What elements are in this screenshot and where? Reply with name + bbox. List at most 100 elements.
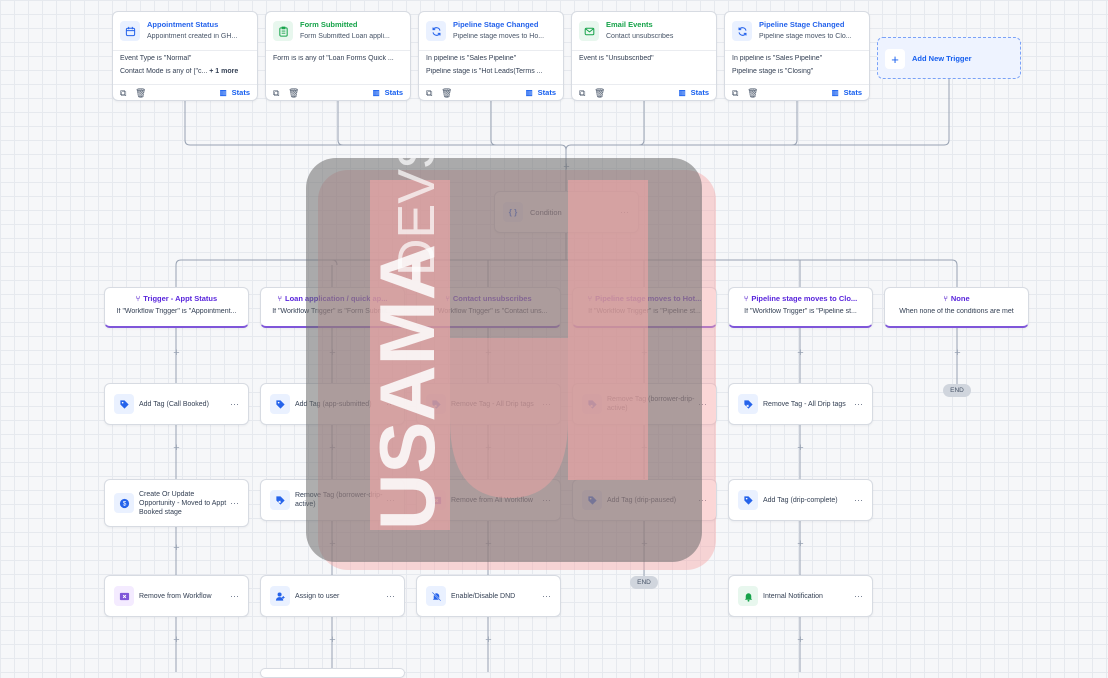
bar-chart-icon: ▥	[219, 88, 227, 97]
trigger-filter: In pipeline is "Sales Pipeline"	[426, 55, 517, 62]
branch-loan-application[interactable]: ⑂ Loan application / quick ap... If "Work…	[260, 287, 405, 328]
add-step-plus-icon[interactable]: +	[327, 635, 338, 646]
more-options-icon[interactable]: ···	[386, 591, 395, 601]
add-step-plus-icon[interactable]: +	[639, 539, 650, 550]
more-options-icon[interactable]: ···	[854, 591, 863, 601]
more-filters-link[interactable]: + 1 more	[209, 68, 238, 75]
copy-icon[interactable]: ⧉	[273, 88, 279, 99]
add-step-plus-icon[interactable]: +	[639, 348, 650, 359]
more-options-icon[interactable]: ···	[230, 591, 239, 601]
add-step-plus-icon[interactable]: +	[952, 348, 963, 359]
action-add-tag-call-booked[interactable]: Add Tag (Call Booked) ···	[104, 383, 249, 425]
stats-button[interactable]: ▥ Stats	[832, 88, 862, 97]
action-label: Assign to user	[295, 592, 340, 600]
more-options-icon[interactable]: ···	[230, 399, 239, 409]
add-step-plus-icon[interactable]: +	[483, 539, 494, 550]
trigger-card-form-submitted[interactable]: Form Submitted Form Submitted Loan appli…	[265, 11, 411, 101]
action-remove-tag-borrower-drip-active[interactable]: Remove Tag (borrower-drip-active) ···	[572, 383, 717, 425]
add-step-plus-icon[interactable]: +	[795, 539, 806, 550]
add-step-plus-icon[interactable]: +	[327, 348, 338, 359]
code-braces-icon: { }	[503, 202, 523, 222]
workflow-remove-icon	[426, 490, 446, 510]
add-step-plus-icon[interactable]: +	[327, 539, 338, 550]
add-step-plus-icon[interactable]: +	[483, 348, 494, 359]
dollar-icon: $	[114, 493, 134, 513]
branch-none[interactable]: ⑂ None When none of the conditions are me…	[884, 287, 1029, 328]
branch-pipeline-hot[interactable]: ⑂ Pipeline stage moves to Hot... If "Work…	[572, 287, 717, 328]
add-step-plus-icon[interactable]: +	[171, 543, 182, 554]
copy-icon[interactable]: ⧉	[120, 88, 126, 99]
action-assign-to-user[interactable]: Assign to user ···	[260, 575, 405, 617]
trigger-card-appointment-status[interactable]: Appointment Status Appointment created i…	[112, 11, 258, 101]
add-step-plus-icon[interactable]: +	[483, 443, 494, 454]
branch-title: Trigger - Appt Status	[143, 294, 218, 303]
action-remove-tag-borrower-drip-active[interactable]: Remove Tag (borrower-drip-active) ···	[260, 479, 405, 521]
trigger-card-email-events[interactable]: Email Events Contact unsubscribes Event …	[571, 11, 717, 101]
trigger-subtitle: Pipeline stage moves to Clo...	[759, 33, 852, 40]
action-label: Add Tag (Call Booked)	[139, 400, 209, 408]
stats-button[interactable]: ▥ Stats	[220, 88, 250, 97]
action-add-tag-drip-paused[interactable]: Add Tag (drip-paused) ···	[572, 479, 717, 521]
action-internal-notification[interactable]: Internal Notification ···	[728, 575, 873, 617]
stats-button[interactable]: ▥ Stats	[526, 88, 556, 97]
more-options-icon[interactable]: ···	[230, 498, 239, 508]
add-step-plus-icon[interactable]: +	[327, 443, 338, 454]
more-options-icon[interactable]: ···	[698, 399, 707, 409]
add-step-plus-icon[interactable]: +	[171, 443, 182, 454]
add-step-plus-icon[interactable]: +	[171, 348, 182, 359]
branch-pipeline-closing[interactable]: ⑂ Pipeline stage moves to Clo... If "Work…	[728, 287, 873, 328]
add-step-plus-icon[interactable]: +	[795, 443, 806, 454]
trigger-filter: Form is is any of "Loan Forms Quick ...	[273, 55, 394, 62]
action-label: Add Tag (drip-complete)	[763, 496, 838, 504]
branch-title: Pipeline stage moves to Hot...	[595, 294, 702, 303]
add-step-plus-icon[interactable]: +	[639, 443, 650, 454]
branch-trigger-appt-status[interactable]: ⑂ Trigger - Appt Status If "Workflow Trig…	[104, 287, 249, 328]
add-step-plus-icon[interactable]: +	[795, 348, 806, 359]
copy-icon[interactable]: ⧉	[426, 88, 432, 99]
more-options-icon[interactable]: ···	[542, 495, 551, 505]
more-options-icon[interactable]: ···	[854, 495, 863, 505]
trigger-card-pipeline-stage-closing[interactable]: Pipeline Stage Changed Pipeline stage mo…	[724, 11, 870, 101]
bar-chart-icon: ▥	[372, 88, 380, 97]
trigger-filter: Event Type is "Normal"	[120, 55, 192, 62]
add-step-plus-icon[interactable]: +	[483, 635, 494, 646]
more-options-icon[interactable]: ···	[386, 495, 395, 505]
add-step-plus-icon[interactable]: +	[561, 162, 572, 173]
more-options-icon[interactable]: ···	[698, 495, 707, 505]
trigger-title: Pipeline Stage Changed	[453, 20, 539, 29]
trigger-title: Pipeline Stage Changed	[759, 20, 845, 29]
add-step-plus-icon[interactable]: +	[171, 635, 182, 646]
add-step-plus-icon[interactable]: +	[795, 635, 806, 646]
add-new-trigger-button[interactable]: + Add New Trigger	[877, 37, 1021, 79]
stats-button[interactable]: ▥ Stats	[373, 88, 403, 97]
bar-chart-icon: ▥	[831, 88, 839, 97]
stats-button[interactable]: ▥ Stats	[679, 88, 709, 97]
more-options-icon[interactable]: ···	[854, 399, 863, 409]
branch-title: Contact unsubscribes	[452, 294, 532, 303]
action-enable-disable-dnd[interactable]: Enable/Disable DND ···	[416, 575, 561, 617]
trigger-subtitle: Contact unsubscribes	[606, 33, 674, 40]
more-options-icon[interactable]: ···	[542, 399, 551, 409]
action-create-update-opportunity[interactable]: $ Create Or Update Opportunity - Moved t…	[104, 479, 249, 527]
condition-node[interactable]: { } Condition ···	[494, 191, 639, 233]
branch-condition: If "Workflow Trigger" is "Form Submit...	[272, 308, 393, 315]
copy-icon[interactable]: ⧉	[579, 88, 585, 99]
more-options-icon[interactable]: ···	[386, 399, 395, 409]
trash-icon[interactable]: 🗑	[288, 88, 299, 99]
trash-icon[interactable]: 🗑	[135, 88, 146, 99]
more-options-icon[interactable]: ···	[542, 591, 551, 601]
copy-icon[interactable]: ⧉	[732, 88, 738, 99]
branch-contact-unsubscribes[interactable]: ⑂ Contact unsubscribes If "Workflow Trigg…	[416, 287, 561, 328]
trigger-card-pipeline-stage-hot[interactable]: Pipeline Stage Changed Pipeline stage mo…	[418, 11, 564, 101]
action-add-tag-drip-complete[interactable]: Add Tag (drip-complete) ···	[728, 479, 873, 521]
action-card-partial[interactable]	[260, 668, 405, 678]
trash-icon[interactable]: 🗑	[441, 88, 452, 99]
trash-icon[interactable]: 🗑	[594, 88, 605, 99]
trash-icon[interactable]: 🗑	[747, 88, 758, 99]
action-remove-from-workflow[interactable]: Remove from Workflow ···	[104, 575, 249, 617]
action-add-tag-app-submitted[interactable]: Add Tag (app-submitted) ···	[260, 383, 405, 425]
action-remove-tag-all-drip[interactable]: Remove Tag - All Drip tags ···	[416, 383, 561, 425]
more-options-icon[interactable]: ···	[620, 207, 629, 217]
action-remove-from-all-workflow[interactable]: Remove from All Workflow ···	[416, 479, 561, 521]
action-remove-tag-all-drip[interactable]: Remove Tag - All Drip tags ···	[728, 383, 873, 425]
